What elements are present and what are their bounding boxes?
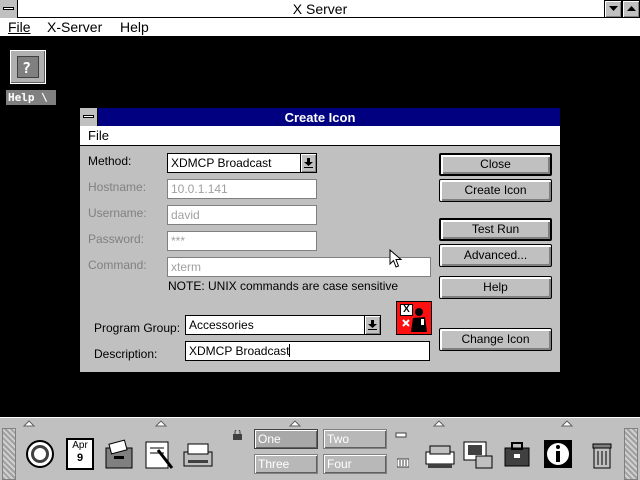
lock-icon[interactable] xyxy=(232,430,244,440)
command-label: Command: xyxy=(88,258,147,272)
menu-file[interactable]: File xyxy=(8,19,31,35)
program-icon-preview: X xyxy=(396,301,432,335)
dock-arrow-up-icon[interactable] xyxy=(286,419,304,428)
hostname-label: Hostname: xyxy=(88,180,147,194)
hostname-input[interactable]: 10.0.1.141 xyxy=(167,179,317,199)
desktop-help-label: Help \ xyxy=(6,90,56,105)
desktop-one-button[interactable]: One xyxy=(254,429,318,449)
program-group-value: Accessories xyxy=(189,318,254,332)
description-label: Description: xyxy=(94,347,158,361)
keyboard-small-icon[interactable] xyxy=(397,458,409,468)
username-input[interactable]: david xyxy=(167,205,317,225)
desktop-two-button[interactable]: Two xyxy=(323,429,387,449)
username-label: Username: xyxy=(88,206,147,220)
menu-help[interactable]: Help xyxy=(120,19,149,35)
minimize-icon xyxy=(609,6,618,11)
clock-app-icon[interactable] xyxy=(24,438,58,472)
create-icon-dialog: Create Icon File Method: XDMCP Broadcast… xyxy=(79,107,561,373)
text-cursor xyxy=(289,344,291,357)
case-sensitive-note: NOTE: UNIX commands are case sensitive xyxy=(168,279,399,293)
info-icon[interactable] xyxy=(542,438,576,472)
dialog-title: Create Icon xyxy=(284,110,356,125)
dialog-titlebar: Create Icon xyxy=(80,108,560,126)
calendar-icon: Apr 9 xyxy=(66,438,94,470)
dock-left-handle[interactable] xyxy=(2,428,16,480)
test-run-button[interactable]: Test Run xyxy=(439,218,552,241)
description-input[interactable]: XDMCP Broadcast xyxy=(185,341,430,361)
menu-x-server[interactable]: X-Server xyxy=(47,19,102,35)
dock-arrow-up-icon[interactable] xyxy=(430,419,448,428)
program-group-dropdown-button[interactable] xyxy=(364,316,380,334)
briefcase-icon[interactable] xyxy=(502,438,536,472)
password-label: Password: xyxy=(88,232,145,246)
calendar-month: Apr xyxy=(72,440,88,451)
desktop-help-icon[interactable]: ? Help \ xyxy=(6,46,56,106)
dropdown-arrow-icon xyxy=(304,158,313,168)
dock-arrow-up-icon[interactable] xyxy=(558,419,576,428)
method-dropdown-button[interactable] xyxy=(300,154,316,172)
dock-right-handle[interactable] xyxy=(624,428,638,480)
method-value: XDMCP Broadcast xyxy=(171,156,272,170)
change-icon-button[interactable]: Change Icon xyxy=(439,328,552,351)
notepad-icon[interactable] xyxy=(144,438,178,472)
calendar-app-icon[interactable]: Apr 9 xyxy=(64,438,98,472)
minus-icon[interactable] xyxy=(395,430,407,440)
app-menubar: File X-Server Help xyxy=(0,18,640,37)
method-label: Method: xyxy=(88,154,132,168)
print-manager-icon[interactable] xyxy=(424,438,458,472)
method-dropdown[interactable]: XDMCP Broadcast xyxy=(167,153,317,173)
dock-arrow-up-icon[interactable] xyxy=(20,419,38,428)
person-figure-icon xyxy=(402,308,427,332)
network-app-icon[interactable] xyxy=(462,438,496,472)
help-button[interactable]: Help xyxy=(439,276,552,299)
maximize-icon xyxy=(627,6,636,11)
dropdown-arrow-icon xyxy=(368,320,377,330)
mouse-pointer-icon xyxy=(389,249,403,268)
trash-can-icon[interactable] xyxy=(588,438,622,472)
program-group-dropdown[interactable]: Accessories xyxy=(185,315,381,335)
app-title: X Server xyxy=(292,1,348,17)
advanced-button[interactable]: Advanced... xyxy=(439,244,552,267)
app-titlebar: X Server xyxy=(0,0,640,18)
calendar-day: 9 xyxy=(76,452,84,464)
file-cabinet-icon[interactable] xyxy=(104,438,138,472)
desktop-four-button[interactable]: Four xyxy=(323,454,387,474)
dock-arrow-up-icon[interactable] xyxy=(152,419,170,428)
program-group-label: Program Group: xyxy=(94,321,181,335)
minimize-button[interactable] xyxy=(604,0,622,18)
description-value: XDMCP Broadcast xyxy=(189,344,290,358)
maximize-button[interactable] xyxy=(622,0,640,18)
password-input[interactable]: *** xyxy=(167,231,317,251)
help-book-icon: ? xyxy=(10,50,46,84)
desktop-three-button[interactable]: Three xyxy=(254,454,318,474)
dialog-menu-file[interactable]: File xyxy=(88,128,109,143)
bottom-dock: Apr 9 One Two Three Four xyxy=(0,417,640,480)
dialog-menubar: File xyxy=(80,126,560,146)
create-icon-button[interactable]: Create Icon xyxy=(439,179,552,202)
printer-app-icon[interactable] xyxy=(182,438,216,472)
close-button[interactable]: Close xyxy=(439,153,552,176)
